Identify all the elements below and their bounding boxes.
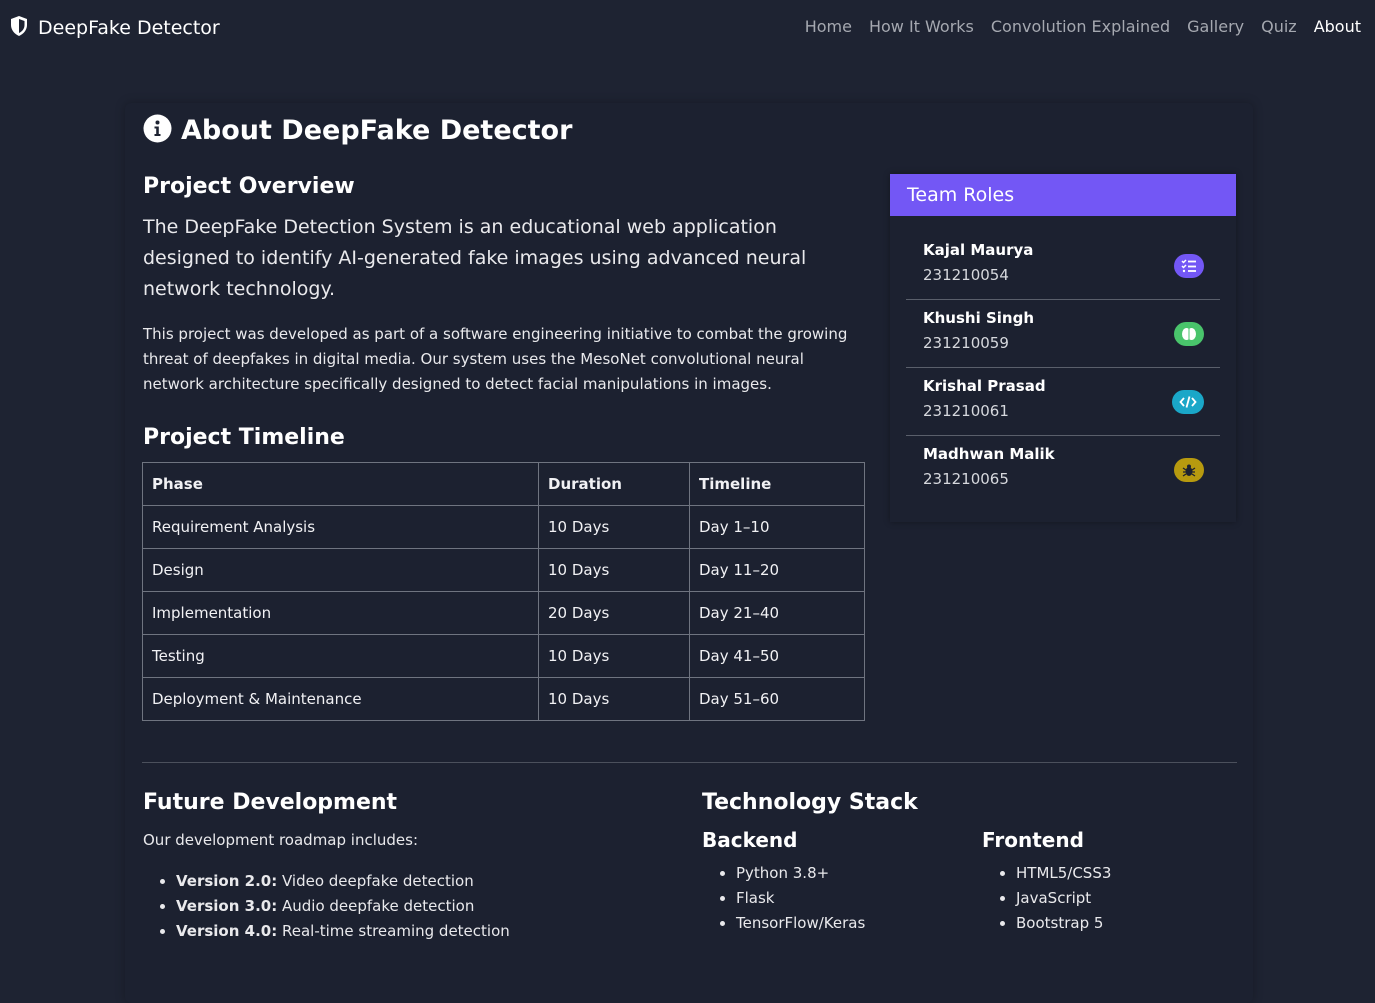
table-cell: 10 Days [538,634,690,678]
list-item: Python 3.8+ [736,861,865,886]
table-cell: Testing [142,634,539,678]
table-row: Implementation 20 Days Day 21–40 [142,591,865,635]
code-icon [1172,390,1204,414]
stack-heading: Technology Stack [702,790,918,815]
version-description: Real-time streaming detection [277,922,510,940]
member-name: Madhwan Malik [923,445,1055,463]
timeline-heading: Project Timeline [143,425,345,450]
list-item: Version 3.0: Audio deepfake detection [176,894,510,919]
frontend-heading: Frontend [982,828,1084,852]
info-circle-icon [143,114,172,147]
column-header: Phase [142,462,539,506]
team-roles-card: Team Roles Kajal Maurya 231210054 Khushi… [890,174,1236,522]
list-item: Bootstrap 5 [1016,911,1111,936]
future-heading: Future Development [143,790,398,815]
column-header: Duration [538,462,690,506]
table-row: Testing 10 Days Day 41–50 [142,634,865,678]
backend-heading: Backend [702,828,798,852]
backend-list: Python 3.8+ Flask TensorFlow/Keras [716,861,865,936]
member-name: Krishal Prasad [923,377,1046,395]
bug-icon [1174,458,1204,482]
table-row: Design 10 Days Day 11–20 [142,548,865,592]
roadmap-list: Version 2.0: Video deepfake detection Ve… [156,869,510,944]
page-heading: About DeepFake Detector [181,115,573,146]
table-cell: Requirement Analysis [142,505,539,549]
table-cell: Day 11–20 [689,548,865,592]
overview-heading: Project Overview [143,174,355,199]
nav-convolution-explained[interactable]: Convolution Explained [991,17,1170,36]
list-item: Version 4.0: Real-time streaming detecti… [176,919,510,944]
shield-icon [9,15,29,41]
member-name: Khushi Singh [923,309,1034,327]
table-cell: Design [142,548,539,592]
section-divider [142,762,1237,763]
brain-icon [1174,322,1204,346]
table-header-row: Phase Duration Timeline [142,462,865,506]
table-cell: 10 Days [538,677,690,721]
nav-home[interactable]: Home [805,17,852,36]
table-cell: Day 21–40 [689,591,865,635]
nav-links: Home How It Works Convolution Explained … [788,17,1361,36]
nav-about[interactable]: About [1314,17,1361,36]
team-member: Khushi Singh 231210059 [906,300,1220,368]
frontend-list: HTML5/CSS3 JavaScript Bootstrap 5 [996,861,1111,936]
table-cell: Day 41–50 [689,634,865,678]
brand-name: DeepFake Detector [38,17,220,39]
table-cell: Implementation [142,591,539,635]
list-check-icon [1174,254,1204,278]
table-cell: 10 Days [538,548,690,592]
timeline-table: Phase Duration Timeline Requirement Anal… [142,462,865,721]
nav-gallery[interactable]: Gallery [1187,17,1244,36]
list-item: Version 2.0: Video deepfake detection [176,869,510,894]
member-id: 231210059 [923,334,1009,352]
list-item: HTML5/CSS3 [1016,861,1111,886]
team-member: Madhwan Malik 231210065 [906,436,1220,503]
list-item: JavaScript [1016,886,1111,911]
table-cell: Day 1–10 [689,505,865,549]
team-roles-header: Team Roles [890,174,1236,216]
overview-lead: The DeepFake Detection System is an educ… [143,216,807,300]
page-title: About DeepFake Detector [143,114,572,147]
brand-link[interactable]: DeepFake Detector [9,15,220,41]
member-id: 231210065 [923,470,1009,488]
version-label: Version 2.0: [176,872,278,890]
overview-paragraph: This project was developed as part of a … [143,325,848,393]
list-item: Flask [736,886,865,911]
table-cell: 20 Days [538,591,690,635]
version-label: Version 3.0: [176,897,278,915]
member-name: Kajal Maurya [923,241,1034,259]
table-row: Requirement Analysis 10 Days Day 1–10 [142,505,865,549]
member-id: 231210054 [923,266,1009,284]
nav-how-it-works[interactable]: How It Works [869,17,974,36]
list-item: TensorFlow/Keras [736,911,865,936]
navbar: DeepFake Detector Home How It Works Conv… [0,0,1375,56]
table-cell: Day 51–60 [689,677,865,721]
member-id: 231210061 [923,402,1009,420]
version-label: Version 4.0: [176,922,278,940]
version-description: Video deepfake detection [277,872,474,890]
table-cell: 10 Days [538,505,690,549]
team-member: Kajal Maurya 231210054 [906,232,1220,300]
table-cell: Deployment & Maintenance [142,677,539,721]
version-description: Audio deepfake detection [277,897,475,915]
column-header: Timeline [689,462,865,506]
future-intro: Our development roadmap includes: [143,831,419,849]
team-member: Krishal Prasad 231210061 [906,368,1220,436]
nav-quiz[interactable]: Quiz [1261,17,1297,36]
table-row: Deployment & Maintenance 10 Days Day 51–… [142,677,865,721]
